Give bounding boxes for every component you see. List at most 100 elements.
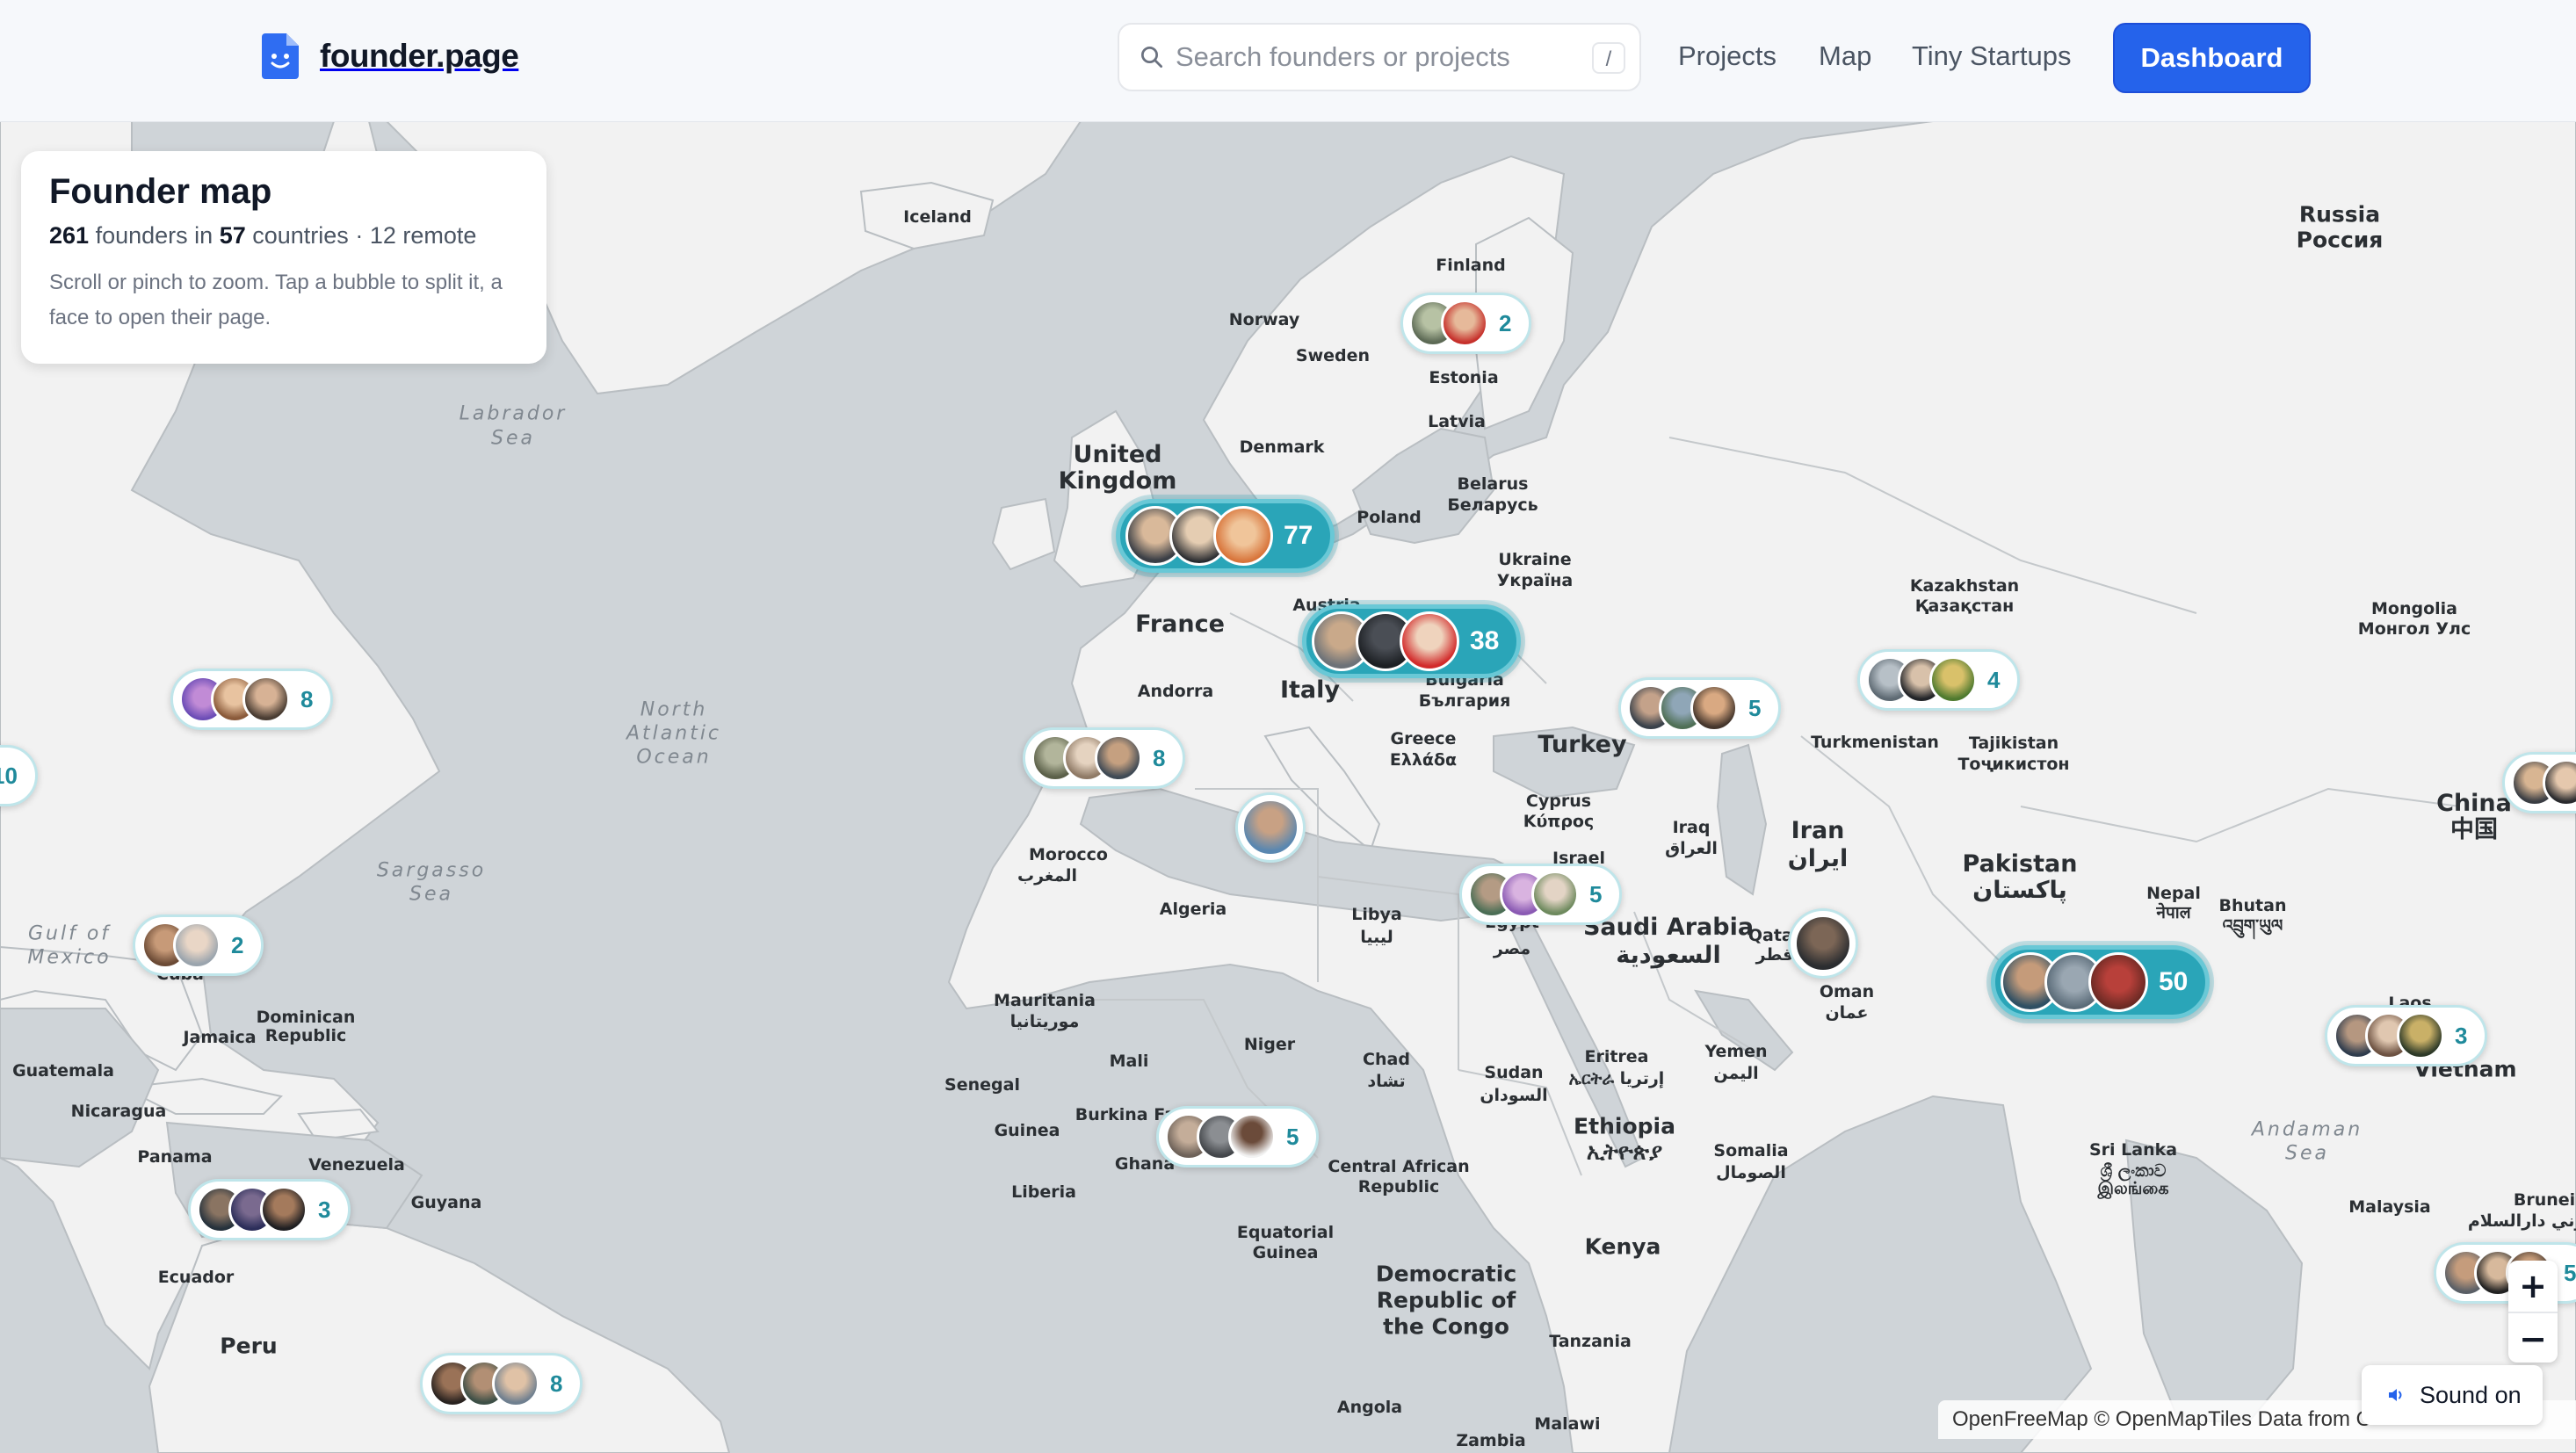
- map-label-latvia: Latvia: [1428, 412, 1486, 432]
- zoom-control: + −: [2508, 1261, 2558, 1363]
- cluster-count: 2: [231, 931, 244, 958]
- map-label-morocco: Morocco: [1029, 845, 1108, 865]
- zoom-out-button[interactable]: −: [2508, 1313, 2558, 1364]
- search-input[interactable]: [1174, 40, 1564, 74]
- map-label-oman: Oman: [1819, 982, 1875, 1002]
- single-founder-bubble[interactable]: [1235, 792, 1306, 863]
- nav-map[interactable]: Map: [1819, 40, 1871, 72]
- map-label-bhutan-local: འབྲུག་ཡུལ: [2222, 916, 2283, 936]
- cluster-bubble[interactable]: 50: [1991, 945, 2211, 1019]
- map-label-russia: Russia: [2298, 201, 2381, 228]
- map-label-angola: Angola: [1336, 1398, 1403, 1418]
- cluster-bubble[interactable]: 38: [1302, 604, 1522, 678]
- search-box[interactable]: /: [1118, 23, 1641, 91]
- map-label-poland: Poland: [1357, 508, 1422, 528]
- map-label-somalia-local: الصومال: [1716, 1163, 1786, 1183]
- cluster-bubble[interactable]: 3: [2325, 1005, 2488, 1066]
- founder-avatar[interactable]: [1400, 611, 1459, 671]
- map-label-algeria: Algeria: [1159, 900, 1227, 920]
- founder-avatar[interactable]: [1213, 506, 1273, 566]
- single-founder-bubble[interactable]: [1788, 908, 1858, 979]
- map-label-belarus: Belarus: [1457, 474, 1529, 495]
- openfreemap-link[interactable]: OpenFreeMap: [1952, 1407, 2088, 1431]
- map-label-turkey: Turkey: [1538, 731, 1627, 759]
- map-label-guyana: Guyana: [410, 1193, 482, 1213]
- map-label-equatorial-guinea: Guinea: [1252, 1243, 1319, 1263]
- cluster-bubble[interactable]: 4: [1857, 649, 2021, 711]
- founder-avatar[interactable]: [1531, 871, 1579, 918]
- logo-link[interactable]: founder.page: [262, 33, 519, 79]
- nav-tiny-startups[interactable]: Tiny Startups: [1912, 40, 2071, 72]
- map-label-estonia: Estonia: [1429, 368, 1499, 388]
- cluster-bubble[interactable]: 5: [1618, 677, 1782, 739]
- sound-toggle-button[interactable]: Sound on: [2362, 1365, 2543, 1425]
- founder-avatar[interactable]: [492, 1360, 539, 1407]
- founder-avatar[interactable]: [1794, 914, 1852, 972]
- map-label-niger: Niger: [1243, 1035, 1296, 1055]
- map-label-greece: Greece: [1390, 729, 1457, 749]
- cluster-count: 10: [0, 762, 18, 789]
- cluster-bubble[interactable]: 5: [1459, 864, 1623, 925]
- map-label-liberia: Liberia: [1011, 1182, 1076, 1203]
- founder-avatar[interactable]: [242, 676, 290, 723]
- map-label-kazakhstan: Kazakhstan: [1909, 576, 2020, 596]
- map-label-mali: Mali: [1109, 1052, 1149, 1072]
- map-label-guatemala: Guatemala: [12, 1061, 114, 1081]
- speaker-icon: [2389, 1389, 2402, 1401]
- map-label-nepal-local: नेपाल: [2156, 903, 2191, 923]
- map-label-ukraine: Ukraine: [1498, 550, 1572, 570]
- nav-projects[interactable]: Projects: [1678, 40, 1776, 72]
- zoom-in-button[interactable]: +: [2508, 1261, 2558, 1312]
- map-label-central-african-republic: Republic: [1357, 1177, 1440, 1197]
- map-label-belarus-local: Беларусь: [1447, 495, 1538, 516]
- map-label-china: China: [2436, 790, 2512, 818]
- map-label-iraq-local: العراق: [1665, 839, 1718, 859]
- map-label-kazakhstan-local: Қазақстан: [1914, 596, 2015, 617]
- founder-map-info-card: Founder map 261 founders in 57 countries…: [21, 151, 546, 364]
- founder-avatar[interactable]: [1690, 684, 1738, 732]
- sea-label-north-atlantic-3: Ocean: [636, 746, 712, 769]
- map-label-malaysia: Malaysia: [2348, 1197, 2431, 1218]
- founder-map[interactable]: Iceland Finland Norway Sweden Estonia La…: [0, 121, 2576, 1453]
- map-label-mongolia: Mongolia: [2371, 599, 2457, 619]
- map-label-yemen-local: اليمن: [1713, 1064, 1759, 1084]
- founder-avatar[interactable]: [260, 1186, 308, 1233]
- cluster-bubble[interactable]: 8: [170, 669, 334, 730]
- cluster-bubble[interactable]: [2502, 752, 2576, 813]
- dashboard-button[interactable]: Dashboard: [2113, 23, 2311, 93]
- cluster-bubble[interactable]: 8: [1023, 727, 1186, 789]
- openmaptiles-link[interactable]: © OpenMapTiles: [2094, 1407, 2252, 1431]
- cluster-bubble[interactable]: 77: [1116, 499, 1335, 573]
- map-label-tajikistan: Tajikistan: [1968, 734, 2059, 754]
- founder-avatar[interactable]: [1228, 1113, 1276, 1160]
- founder-avatar[interactable]: [1095, 734, 1142, 782]
- map-label-denmark: Denmark: [1239, 437, 1325, 458]
- map-label-central-african: Central African: [1328, 1157, 1470, 1177]
- founder-avatar[interactable]: [1441, 300, 1488, 347]
- cluster-bubble[interactable]: 3: [188, 1179, 351, 1240]
- cluster-bubble[interactable]: 5: [1156, 1106, 1320, 1167]
- map-label-united: United: [1073, 441, 1162, 469]
- cluster-bubble[interactable]: 2: [1400, 293, 1532, 354]
- founder-avatar[interactable]: [173, 922, 221, 969]
- map-label-venezuela: Venezuela: [308, 1155, 405, 1175]
- map-label-nicaragua: Nicaragua: [70, 1102, 167, 1122]
- cluster-bubble[interactable]: 8: [420, 1353, 583, 1414]
- countries-count: 57: [219, 222, 246, 249]
- map-label-sweden: Sweden: [1295, 346, 1371, 366]
- founder-avatar[interactable]: [2088, 952, 2148, 1012]
- map-label-senegal: Senegal: [944, 1075, 1020, 1095]
- map-label-zambia: Zambia: [1456, 1431, 1526, 1451]
- founder-avatar[interactable]: [2397, 1012, 2444, 1059]
- cluster-count: 5: [2564, 1259, 2576, 1286]
- cluster-count: 4: [1987, 666, 2001, 693]
- map-label-chad: Chad: [1363, 1050, 1410, 1070]
- map-label-egypt-local: مصر: [1493, 939, 1531, 959]
- map-label-guinea: Guinea: [994, 1121, 1060, 1141]
- search-icon: [1141, 47, 1162, 68]
- map-label-iran-local: ایران: [1787, 845, 1849, 873]
- cluster-bubble[interactable]: 2: [133, 914, 264, 976]
- sea-label-sargasso-1: Sargasso: [376, 859, 487, 882]
- founder-avatar[interactable]: [1241, 799, 1299, 857]
- founder-avatar[interactable]: [1929, 656, 1977, 704]
